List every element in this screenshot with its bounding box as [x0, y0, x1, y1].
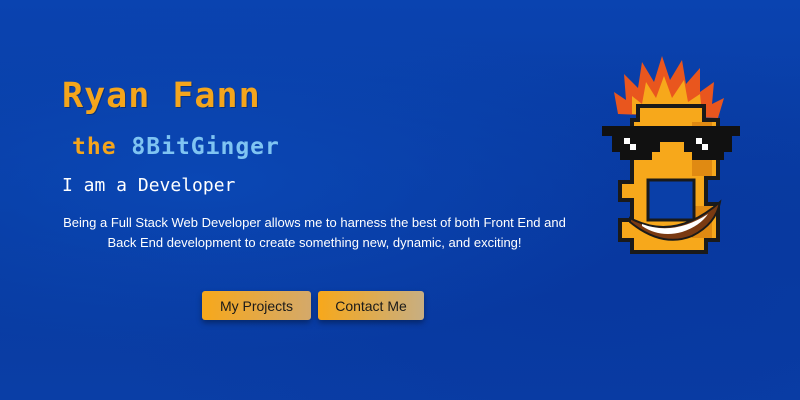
contact-me-button[interactable]: Contact Me [318, 291, 424, 320]
face-hole [646, 178, 696, 222]
glasses-glint-right [696, 138, 702, 144]
hero-name: Ryan Fann [62, 76, 261, 116]
glasses-glint-left [624, 138, 630, 144]
tagline-word-the: the [72, 134, 117, 160]
hero-role: I am a Developer [62, 175, 236, 196]
glasses-glint-right-2 [702, 144, 708, 150]
hero-bio: Being a Full Stack Web Developer allows … [63, 215, 566, 250]
8bit-ginger-mascot-icon [602, 56, 740, 254]
glasses-glint-left-2 [630, 144, 636, 150]
my-projects-button[interactable]: My Projects [202, 291, 311, 320]
tagline-word-8bitginger: 8BitGinger [131, 134, 280, 160]
hero-tagline: the 8BitGinger [72, 134, 280, 160]
